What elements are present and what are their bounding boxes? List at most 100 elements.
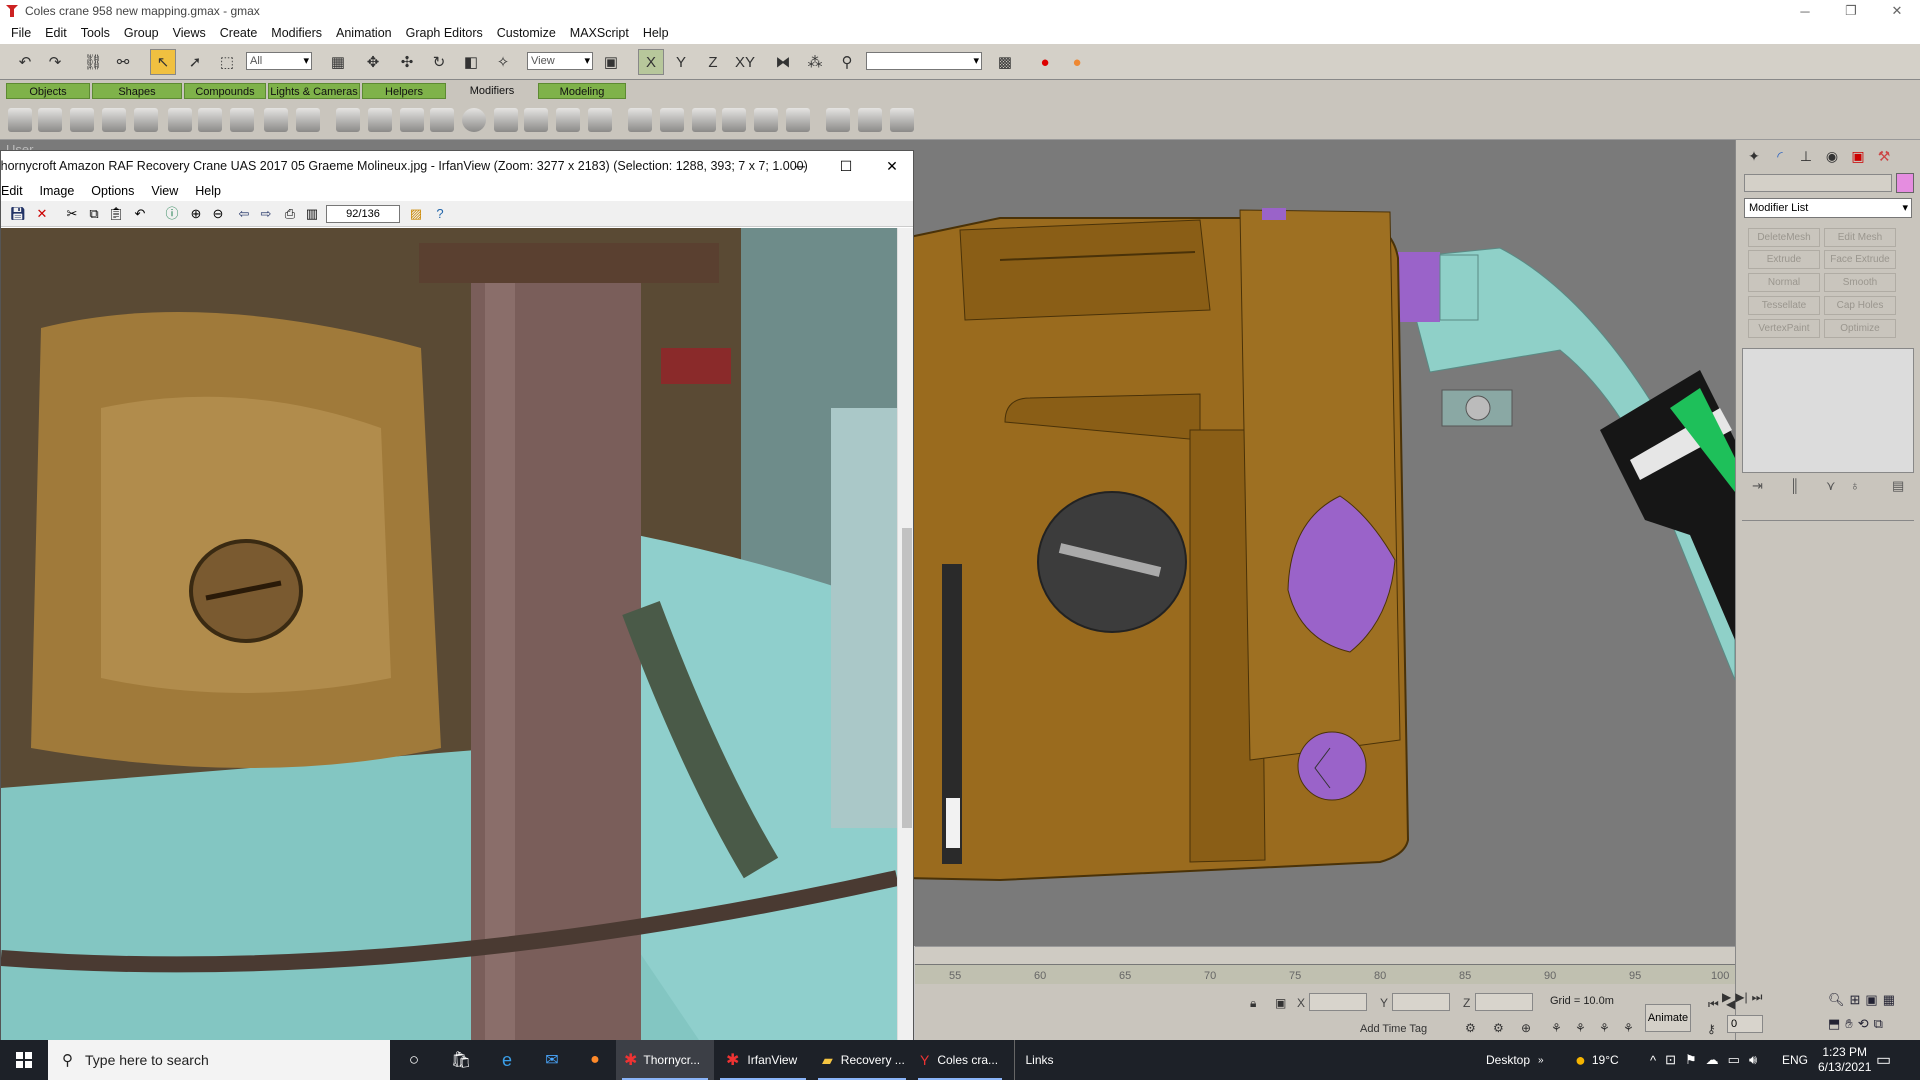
remove-modifier-icon[interactable]: ♁ (1850, 478, 1860, 493)
deletemesh-button[interactable]: DeleteMesh (1748, 228, 1820, 247)
extrude-button[interactable]: Extrude (1748, 250, 1820, 269)
select-and-move-icon-2[interactable]: ✣ (394, 49, 420, 75)
align-icon[interactable]: ⚲ (834, 49, 860, 75)
cloud-icon[interactable]: ☁ (1706, 1052, 1719, 1068)
undo-icon[interactable]: ↶ (131, 205, 149, 223)
use-pivot-center-icon[interactable]: ▣ (598, 49, 624, 75)
make-unique-icon[interactable]: ⋎ (1826, 478, 1836, 494)
hash-modifier-icon[interactable] (692, 108, 716, 132)
redo-icon[interactable]: ↷ (42, 49, 68, 75)
select-and-move-icon[interactable]: ✥ (360, 49, 386, 75)
tab-compounds[interactable]: Compounds (184, 83, 266, 99)
zoom-extents-icon[interactable]: ▣ (1865, 992, 1877, 1008)
create-panel-icon[interactable]: ✦ (1744, 146, 1764, 166)
dots-modifier-icon[interactable] (890, 108, 914, 132)
undo-icon[interactable]: ↶ (12, 49, 38, 75)
maximize-viewport-icon[interactable]: ⧉ (1874, 1016, 1883, 1032)
material-editor-icon[interactable]: ▩ (992, 49, 1018, 75)
add-time-tag[interactable]: Add Time Tag (1360, 1023, 1427, 1035)
chevron-up-icon[interactable]: ^ (1650, 1053, 1656, 1068)
language-indicator[interactable]: ENG (1782, 1040, 1808, 1080)
next-frame-icon[interactable]: ▶| (1735, 990, 1747, 1010)
unwrap-uvw-icon[interactable] (556, 108, 580, 132)
meet-now-icon[interactable]: ⊡ (1665, 1052, 1676, 1068)
minimize-button[interactable]: ─ (1782, 0, 1828, 22)
slice-modifier-icon[interactable] (754, 108, 778, 132)
irfan-maximize-button[interactable]: ☐ (823, 151, 869, 181)
clock[interactable]: 1:23 PM 6/13/2021 (1818, 1040, 1871, 1080)
spherify-modifier-icon[interactable] (198, 108, 222, 132)
animate-button[interactable]: Animate (1645, 1004, 1691, 1032)
spinner-snap-icon[interactable]: ⚘ (1551, 1021, 1562, 1035)
cylinder-modifier-icon[interactable] (494, 108, 518, 132)
delete-icon[interactable]: ✕ (33, 205, 51, 223)
modifier-list-dropdown[interactable]: Modifier List (1744, 198, 1912, 218)
key-mode-icon[interactable]: ⚘ (1575, 1021, 1586, 1035)
irfanview-scrollbar[interactable] (897, 228, 913, 1041)
mail-icon[interactable]: ✉ (530, 1040, 574, 1080)
skew-modifier-icon[interactable] (296, 108, 320, 132)
array-icon[interactable]: ⁂ (802, 49, 828, 75)
cut-icon[interactable]: ✂ (63, 205, 81, 223)
lattice-modifier-icon[interactable] (400, 108, 424, 132)
frame-number-field[interactable]: 0 (1727, 1015, 1763, 1033)
links-toolbar[interactable]: Links (1014, 1040, 1064, 1080)
cap-holes-button[interactable]: Cap Holes (1824, 296, 1896, 315)
motion-panel-icon[interactable]: ◉ (1822, 146, 1842, 166)
mirror-icon[interactable]: ⧓ (770, 49, 796, 75)
modifier-stack[interactable] (1742, 348, 1914, 473)
normal-button[interactable]: Normal (1748, 273, 1820, 292)
mesh-select-icon[interactable] (588, 108, 612, 132)
absolute-mode-icon[interactable]: ▣ (1275, 996, 1286, 1010)
menu-maxscript[interactable]: MAXScript (563, 26, 636, 40)
y-coord-field[interactable] (1392, 993, 1450, 1011)
named-selection-dropdown[interactable] (866, 52, 982, 70)
restore-button[interactable]: ❐ (1828, 0, 1874, 22)
taskbar-app-recovery[interactable]: ▰ Recovery ... (812, 1040, 912, 1080)
ffd-modifier-icon[interactable] (336, 108, 360, 132)
irfan-menu-edit[interactable]: Edit (1, 184, 32, 198)
copy-icon[interactable]: ⧉ (85, 205, 103, 223)
go-to-end-icon[interactable]: ⏭ (1752, 990, 1763, 1010)
irfan-close-button[interactable]: ✕ (869, 151, 913, 181)
irfan-menu-view[interactable]: View (151, 184, 187, 198)
field-of-view-icon[interactable]: ⬒ (1828, 1016, 1840, 1032)
paste-icon[interactable]: 📋︎ (107, 205, 125, 223)
utilities-panel-icon[interactable]: ⚒ (1874, 146, 1894, 166)
squeeze-modifier-icon[interactable] (168, 108, 192, 132)
stack-modifier-icon[interactable] (826, 108, 850, 132)
unlink-icon[interactable]: ⚯ (110, 49, 136, 75)
edit-mesh-button[interactable]: Edit Mesh (1824, 228, 1896, 247)
object-name-field[interactable] (1744, 174, 1892, 192)
arc-rotate-icon[interactable]: ⟲ (1858, 1016, 1869, 1032)
store-icon[interactable]: 🛍︎ (438, 1040, 484, 1080)
window-crossing-icon[interactable]: ▦ (325, 49, 351, 75)
pan-icon[interactable]: ✋︎ (1845, 1016, 1852, 1032)
wave-modifier-icon[interactable] (264, 108, 288, 132)
irfan-menu-options[interactable]: Options (91, 184, 143, 198)
zoom-all-icon[interactable]: ⊞ (1850, 992, 1861, 1008)
smooth-button[interactable]: Smooth (1824, 273, 1896, 292)
select-and-scale-icon[interactable]: ◧ (458, 49, 484, 75)
menu-help[interactable]: Help (636, 26, 676, 40)
render-icon[interactable]: ● (1032, 49, 1058, 75)
bluetooth-icon[interactable]: ⚑ (1685, 1052, 1697, 1068)
time-slider[interactable] (915, 946, 1735, 964)
taskbar-app-irfanview[interactable]: ✱ IrfanView (714, 1040, 812, 1080)
pin-stack-icon[interactable]: ⇥ (1752, 478, 1763, 494)
edge-icon[interactable]: e (484, 1040, 530, 1080)
key-filter-icon[interactable]: ⚘ (1623, 1021, 1634, 1035)
select-object-icon[interactable]: ↖ (150, 49, 176, 75)
mirror-modifier-icon[interactable] (430, 108, 454, 132)
noise-modifier-icon[interactable] (102, 108, 126, 132)
timeline-track[interactable]: 55 60 65 70 75 80 85 90 95 100 (915, 964, 1735, 984)
menu-graph-editors[interactable]: Graph Editors (399, 26, 490, 40)
taper-modifier-icon[interactable] (38, 108, 62, 132)
menu-file[interactable]: File (4, 26, 38, 40)
restrict-xy-icon[interactable]: XY (732, 49, 758, 75)
zoom-extents-all-icon[interactable]: ▦ (1883, 992, 1895, 1008)
xform-modifier-icon[interactable] (368, 108, 392, 132)
scroll-thumb[interactable] (902, 528, 912, 828)
pivot-icon[interactable]: ✧ (490, 49, 516, 75)
irfan-minimize-button[interactable]: ─ (777, 151, 823, 181)
